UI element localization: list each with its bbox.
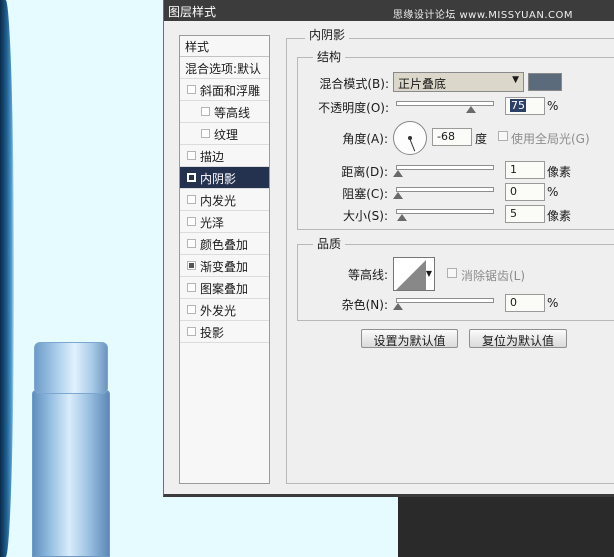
blend-mode-value: 正片叠底 <box>398 77 447 91</box>
size-slider-thumb[interactable] <box>397 214 407 221</box>
sidebar-item[interactable]: 颜色叠加 <box>180 233 269 255</box>
noise-label: 杂色(N): <box>341 298 388 312</box>
style-list: 样式 混合选项:默认斜面和浮雕等高线纹理描边内阴影内发光光泽颜色叠加渐变叠加图案… <box>179 35 270 484</box>
sidebar-item-label: 描边 <box>200 150 225 164</box>
sidebar-item-checkbox[interactable] <box>187 305 196 314</box>
sidebar-item-label: 投影 <box>200 326 225 340</box>
blend-mode-select[interactable]: 正片叠底 ▼ <box>393 72 524 92</box>
opacity-input[interactable]: 75 <box>505 97 545 115</box>
sidebar-item-checkbox[interactable] <box>187 195 196 204</box>
sidebar-item-checkbox[interactable] <box>187 283 196 292</box>
angle-unit: 度 <box>475 132 488 146</box>
make-default-button[interactable]: 设置为默认值 <box>361 329 458 348</box>
shadow-color-swatch[interactable] <box>528 73 562 91</box>
global-light-label: 使用全局光(G) <box>511 132 590 146</box>
opacity-slider[interactable] <box>396 101 494 113</box>
opacity-slider-thumb[interactable] <box>465 106 476 113</box>
contour-picker[interactable]: ▼ <box>393 257 435 291</box>
reset-default-button[interactable]: 复位为默认值 <box>469 329 567 348</box>
opacity-value: 75 <box>510 99 526 112</box>
sidebar-item-checkbox[interactable] <box>201 129 210 138</box>
sidebar-item[interactable]: 内发光 <box>180 189 269 211</box>
sidebar-item-label: 颜色叠加 <box>200 238 249 252</box>
chevron-down-icon: ▼ <box>512 75 519 85</box>
sidebar-item[interactable]: 等高线 <box>180 101 269 123</box>
noise-unit: % <box>547 296 559 310</box>
choke-slider-thumb[interactable] <box>393 192 403 199</box>
structure-group-title: 结构 <box>313 48 346 65</box>
sidebar-item-checkbox[interactable] <box>187 239 196 248</box>
angle-dial[interactable] <box>393 121 427 155</box>
angle-dial-needle <box>409 138 416 152</box>
dialog-title: 图层样式 <box>168 5 217 19</box>
sidebar-item[interactable]: 斜面和浮雕 <box>180 79 269 101</box>
sidebar-item[interactable]: 光泽 <box>180 211 269 233</box>
sidebar-item-label: 内发光 <box>200 194 237 208</box>
distance-label: 距离(D): <box>341 165 388 179</box>
panel-title: 内阴影 <box>305 26 350 43</box>
canvas-edge-shape <box>0 0 14 557</box>
sidebar-item-checkbox[interactable] <box>201 107 210 116</box>
contour-label: 等高线: <box>347 268 388 282</box>
sidebar-item-checkbox[interactable] <box>187 151 196 160</box>
choke-unit: % <box>547 185 559 199</box>
sidebar-item[interactable]: 投影 <box>180 321 269 343</box>
sidebar-item-label: 斜面和浮雕 <box>200 84 261 98</box>
canvas-dark-area <box>398 497 614 557</box>
watermark-text: 思缘设计论坛 www.MISSYUAN.COM <box>392 10 573 21</box>
sidebar-item-label: 内阴影 <box>200 172 237 186</box>
size-label: 大小(S): <box>342 209 388 223</box>
bottle-body <box>32 390 110 557</box>
choke-label: 阻塞(C): <box>342 187 388 201</box>
sidebar-item[interactable]: 内阴影 <box>180 167 269 189</box>
chevron-down-icon: ▼ <box>425 269 432 278</box>
sidebar-item-label: 纹理 <box>214 128 239 142</box>
choke-slider[interactable] <box>393 187 494 199</box>
size-slider[interactable] <box>396 209 494 221</box>
sidebar-item-label: 混合选项:默认 <box>185 62 262 76</box>
angle-dial-center <box>408 136 412 140</box>
choke-input[interactable]: 0 <box>505 183 545 201</box>
sidebar-item-checkbox[interactable] <box>187 327 196 336</box>
dialog-titlebar[interactable]: 图层样式 思缘设计论坛 www.MISSYUAN.COM <box>164 0 614 21</box>
sidebar-item[interactable]: 渐变叠加 <box>180 255 269 277</box>
quality-group-title: 品质 <box>313 235 346 252</box>
noise-slider[interactable] <box>393 298 494 310</box>
sidebar-item-checkbox[interactable] <box>187 217 196 226</box>
style-list-header[interactable]: 样式 <box>180 36 269 57</box>
sidebar-item[interactable]: 描边 <box>180 145 269 167</box>
angle-label: 角度(A): <box>342 132 388 146</box>
blend-mode-label: 混合模式(B): <box>319 77 389 91</box>
distance-unit: 像素 <box>547 165 572 179</box>
distance-slider-thumb[interactable] <box>393 170 403 177</box>
sidebar-item-checkbox[interactable] <box>187 173 196 182</box>
contour-curve-icon <box>396 260 426 290</box>
noise-input[interactable]: 0 <box>505 294 545 312</box>
sidebar-item[interactable]: 外发光 <box>180 299 269 321</box>
sidebar-item[interactable]: 混合选项:默认 <box>180 57 269 79</box>
sidebar-item-label: 光泽 <box>200 216 225 230</box>
sidebar-item-checkbox[interactable] <box>187 261 196 270</box>
bottle-artwork <box>32 338 110 557</box>
bottle-cap <box>34 342 108 394</box>
size-input[interactable]: 5 <box>505 205 545 223</box>
distance-input[interactable]: 1 <box>505 161 545 179</box>
size-unit: 像素 <box>547 209 572 223</box>
sidebar-item-label: 等高线 <box>214 106 251 120</box>
angle-input[interactable]: -68 <box>432 128 472 146</box>
sidebar-item[interactable]: 纹理 <box>180 123 269 145</box>
sidebar-item-checkbox[interactable] <box>187 85 196 94</box>
opacity-label: 不透明度(O): <box>318 101 389 115</box>
global-light-checkbox[interactable] <box>498 131 508 141</box>
sidebar-item-label: 渐变叠加 <box>200 260 249 274</box>
antialias-label: 消除锯齿(L) <box>461 269 526 283</box>
opacity-unit: % <box>547 99 559 113</box>
sidebar-item-label: 图案叠加 <box>200 282 249 296</box>
sidebar-item[interactable]: 图案叠加 <box>180 277 269 299</box>
antialias-checkbox[interactable] <box>447 268 457 278</box>
noise-slider-thumb[interactable] <box>393 303 403 310</box>
sidebar-item-label: 外发光 <box>200 304 237 318</box>
layer-style-dialog: 图层样式 思缘设计论坛 www.MISSYUAN.COM 样式 混合选项:默认斜… <box>163 0 614 497</box>
distance-slider[interactable] <box>393 165 494 177</box>
